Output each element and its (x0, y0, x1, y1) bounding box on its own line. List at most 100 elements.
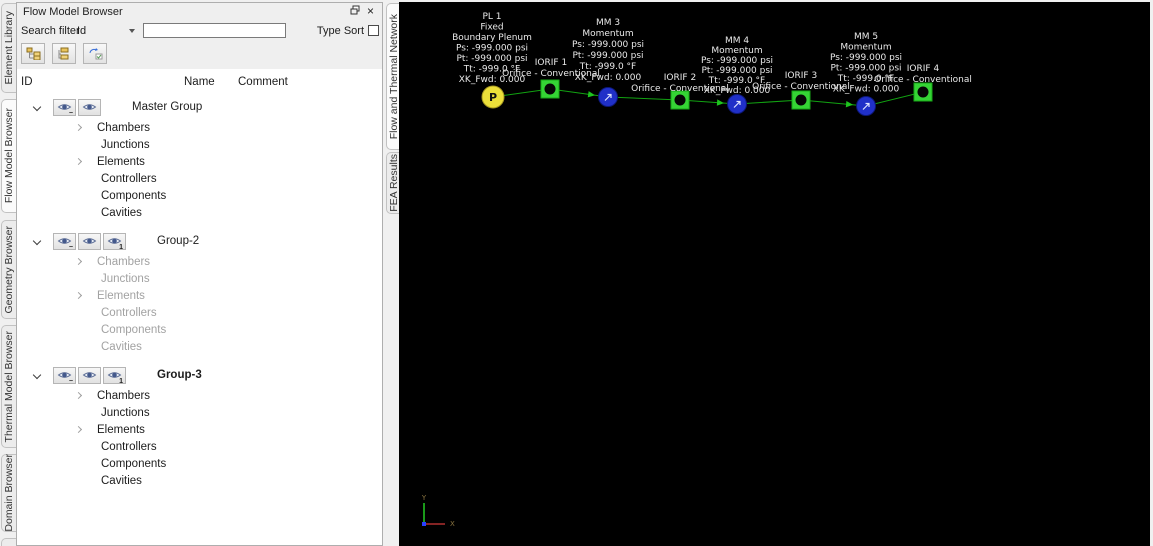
chevron-right-icon[interactable] (75, 124, 82, 131)
chevron-down-icon[interactable] (33, 103, 41, 111)
group-name[interactable]: Group-3 (157, 369, 202, 381)
tree-item-label: Components (101, 324, 166, 336)
sync-selection-icon[interactable] (83, 43, 107, 64)
tree-item-elements[interactable]: Elements (17, 421, 382, 438)
node-MM5[interactable] (857, 97, 876, 116)
node-label: Fixed (480, 23, 503, 33)
group-row[interactable]: − 1 Group-2 (17, 229, 382, 253)
node-PL1[interactable]: P (482, 86, 504, 108)
network-svg: PPL 1FixedBoundary PlenumPs: -999.000 ps… (399, 2, 1150, 546)
node-label: Tt: -999.0 °F (579, 62, 636, 72)
chevron-down-icon[interactable] (33, 237, 41, 245)
tree-item-components[interactable]: Components (17, 455, 382, 472)
tree-item-elements[interactable]: Elements (17, 287, 382, 304)
node-label: Pt: -999.000 psi (456, 54, 527, 64)
tree-item-label: Controllers (101, 441, 157, 453)
float-window-icon[interactable] (347, 5, 362, 19)
tree-item-label: Components (101, 190, 166, 202)
visibility-show-button[interactable] (78, 233, 101, 250)
tree-item-controllers[interactable]: Controllers (17, 304, 382, 321)
node-label: PL 1 (482, 12, 501, 22)
type-sort-checkbox[interactable] (368, 25, 379, 36)
group-list-icon[interactable] (52, 43, 76, 64)
chevron-right-icon[interactable] (75, 292, 82, 299)
search-input[interactable] (143, 23, 286, 38)
panel-titlebar[interactable]: Flow Model Browser × (17, 3, 382, 21)
chevron-right-icon[interactable] (75, 158, 82, 165)
visibility-show-one-button[interactable]: 1 (103, 233, 126, 250)
eye-icon (82, 102, 97, 112)
tab-flow-model-browser[interactable]: Flow Model Browser (1, 99, 16, 213)
tree-item-label: Chambers (97, 390, 150, 402)
tree-item-controllers[interactable]: Controllers (17, 438, 382, 455)
tree-item-chambers[interactable]: Chambers (17, 253, 382, 270)
node-label: IORIF 1 (535, 58, 567, 68)
chevron-right-icon[interactable] (75, 392, 82, 399)
tree-item-elements[interactable]: Elements (17, 153, 382, 170)
group-name[interactable]: Group-2 (157, 235, 199, 247)
tab-planes-cropped[interactable]: anes (1, 538, 16, 546)
tree-item-components[interactable]: Components (17, 321, 382, 338)
tab-domain-browser[interactable]: Domain Browser (1, 454, 16, 532)
tree-item-cavities[interactable]: Cavities (17, 338, 382, 355)
tree-item-cavities[interactable]: Cavities (17, 204, 382, 221)
visibility-hide-minus-button[interactable]: − (53, 233, 76, 250)
node-IORIF1[interactable] (541, 80, 559, 98)
visibility-show-one-button[interactable]: 1 (103, 367, 126, 384)
tree-item-label: Cavities (101, 475, 142, 487)
tree-item-junctions[interactable]: Junctions (17, 270, 382, 287)
tree-item-controllers[interactable]: Controllers (17, 170, 382, 187)
indent-spacer (76, 346, 85, 347)
node-label: IORIF 2 (664, 73, 696, 83)
node-label: MM 5 (854, 32, 878, 42)
visibility-show-button[interactable] (78, 99, 101, 116)
group-separator (17, 355, 382, 363)
chevron-down-icon[interactable] (33, 371, 41, 379)
tree-item-components[interactable]: Components (17, 187, 382, 204)
filter-mode-dropdown[interactable]: Id (77, 25, 135, 37)
column-name[interactable]: Name (184, 76, 215, 88)
chevron-right-icon[interactable] (75, 426, 82, 433)
node-MM3[interactable] (599, 88, 618, 107)
column-id[interactable]: ID (21, 76, 33, 88)
tree-item-chambers[interactable]: Chambers (17, 119, 382, 136)
group-row[interactable]: − Master Group (17, 95, 382, 119)
search-filter-label: Search filter (21, 25, 80, 37)
visibility-show-button[interactable] (78, 367, 101, 384)
node-label: MM 3 (596, 18, 620, 28)
panel-title: Flow Model Browser (23, 6, 123, 18)
node-label: Momentum (582, 29, 633, 39)
flow-arrow-icon (717, 99, 724, 105)
indent-spacer (76, 412, 85, 413)
node-IORIF4[interactable] (914, 83, 932, 101)
tree-item-label: Junctions (101, 139, 150, 151)
group-name[interactable]: Master Group (132, 101, 202, 113)
tab-element-library[interactable]: Element Library (1, 3, 16, 93)
tree-item-junctions[interactable]: Junctions (17, 136, 382, 153)
group-tree-icon[interactable] (21, 43, 45, 64)
tree-item-label: Elements (97, 424, 145, 436)
tree-item-label: Components (101, 458, 166, 470)
tree-item-label: Junctions (101, 273, 150, 285)
group-separator (17, 221, 382, 229)
tree-item-junctions[interactable]: Junctions (17, 404, 382, 421)
node-label: Pt: -999.000 psi (830, 64, 901, 74)
tree-item-chambers[interactable]: Chambers (17, 387, 382, 404)
group-separator (17, 489, 382, 497)
group-row[interactable]: − 1 Group-3 (17, 363, 382, 387)
visibility-hide-minus-button[interactable]: − (53, 367, 76, 384)
filter-mode-value: Id (77, 25, 86, 37)
tree-item-cavities[interactable]: Cavities (17, 472, 382, 489)
tab-geometry-browser[interactable]: Geometry Browser (1, 220, 16, 319)
node-label: Ps: -999.000 psi (572, 40, 644, 50)
node-IORIF3[interactable] (792, 91, 810, 109)
visibility-hide-minus-button[interactable]: − (53, 99, 76, 116)
model-canvas[interactable]: PPL 1FixedBoundary PlenumPs: -999.000 ps… (399, 2, 1150, 546)
tab-thermal-model-browser[interactable]: Thermal Model Browser (1, 325, 16, 448)
indent-spacer (76, 312, 85, 313)
node-MM4[interactable] (728, 95, 747, 114)
column-comment[interactable]: Comment (238, 76, 288, 88)
close-icon[interactable]: × (363, 5, 378, 19)
chevron-right-icon[interactable] (75, 258, 82, 265)
type-sort-label: Type Sort (317, 25, 364, 37)
